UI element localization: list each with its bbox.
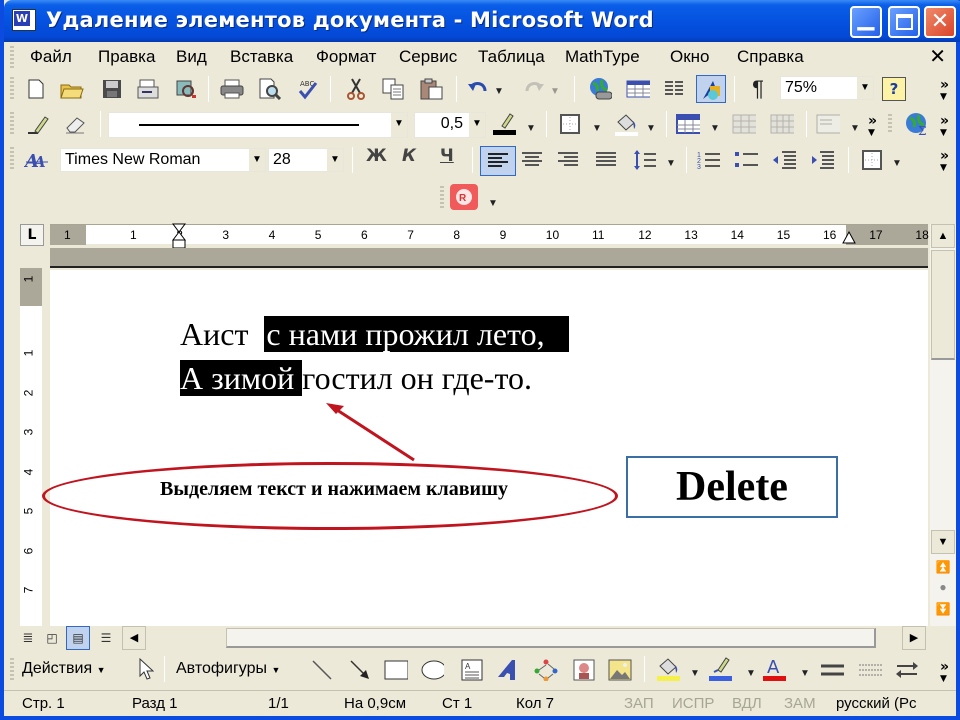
- status-column: Кол 7: [516, 695, 555, 712]
- scroll-right-button[interactable]: ▶: [902, 626, 926, 650]
- scroll-thumb[interactable]: [931, 250, 955, 360]
- select-objects-icon[interactable]: [134, 657, 158, 681]
- clip-art-icon[interactable]: [572, 658, 596, 682]
- dash-style-icon[interactable]: [858, 658, 882, 682]
- wordart-icon[interactable]: [496, 658, 520, 682]
- status-extend[interactable]: ВДЛ: [732, 695, 762, 712]
- horizontal-scrollbar-area: ≣ ◰ ▤ ☰ ◀ ▶: [4, 626, 956, 650]
- callout-text: Выделяем текст и нажимаем клавишу: [160, 478, 508, 500]
- status-position: На 0,9см: [344, 695, 407, 712]
- status-bar: Стр. 1 Разд 1 1/1 На 0,9см Ст 1 Кол 7 ЗА…: [4, 690, 956, 716]
- scroll-left-button[interactable]: ◀: [122, 626, 146, 650]
- diagram-icon[interactable]: [534, 658, 558, 682]
- toolbar-grip[interactable]: [10, 658, 14, 682]
- normal-view-icon[interactable]: ≣: [16, 626, 40, 650]
- rectangle-tool-icon[interactable]: [384, 658, 408, 682]
- print-layout-view-icon[interactable]: ▤: [66, 626, 90, 650]
- delete-key-label: Delete: [626, 456, 838, 518]
- status-section: Разд 1: [132, 695, 178, 712]
- vertical-scrollbar[interactable]: ▲ ▼ ⏫ ● ⏬: [930, 224, 956, 626]
- fill-color-icon[interactable]: [656, 657, 680, 681]
- status-page: Стр. 1: [22, 695, 65, 712]
- status-pages: 1/1: [268, 695, 289, 712]
- svg-text:A: A: [465, 662, 471, 671]
- status-record[interactable]: ЗАП: [624, 695, 654, 712]
- scroll-up-button[interactable]: ▲: [931, 224, 955, 248]
- svg-text:A: A: [767, 657, 780, 678]
- drawing-toolbar: Действия ▼ Автофигуры ▼ A ▼ ▼ A ▼ » ▼: [4, 652, 956, 688]
- text-box-icon[interactable]: A: [460, 658, 484, 682]
- line-color-icon[interactable]: [708, 657, 732, 681]
- chevron-down-icon[interactable]: ▼: [746, 668, 756, 679]
- word-window: W Удаление элементов документа - Microso…: [0, 0, 960, 720]
- status-overtype[interactable]: ЗАМ: [784, 695, 816, 712]
- insert-picture-icon[interactable]: [608, 658, 632, 682]
- horizontal-scroll-thumb[interactable]: [226, 628, 876, 648]
- chevron-down-icon[interactable]: ▼: [800, 668, 810, 679]
- line-style-icon[interactable]: [820, 658, 844, 682]
- actions-menu[interactable]: Действия ▼: [22, 660, 105, 678]
- status-line: Ст 1: [442, 695, 473, 712]
- scroll-down-button[interactable]: ▼: [931, 530, 955, 554]
- separator: [644, 656, 645, 682]
- outline-view-icon[interactable]: ☰: [94, 626, 118, 650]
- browse-object-icon[interactable]: ●: [931, 576, 955, 600]
- status-language[interactable]: русский (Рс: [836, 695, 917, 712]
- next-page-icon[interactable]: ⏬: [931, 598, 955, 622]
- web-layout-view-icon[interactable]: ◰: [40, 626, 64, 650]
- arrow-style-icon[interactable]: [894, 658, 918, 682]
- font-color-icon[interactable]: A: [762, 657, 786, 681]
- separator: [164, 656, 165, 682]
- oval-tool-icon[interactable]: [420, 658, 444, 682]
- line-tool-icon[interactable]: [310, 658, 334, 682]
- toolbar-options-icon[interactable]: » ▼: [940, 660, 949, 684]
- autoshapes-menu[interactable]: Автофигуры ▼: [176, 660, 280, 678]
- status-track-changes[interactable]: ИСПР: [672, 695, 714, 712]
- arrow-tool-icon[interactable]: [348, 658, 372, 682]
- chevron-down-icon[interactable]: ▼: [690, 668, 700, 679]
- callout-arrow: [326, 403, 415, 462]
